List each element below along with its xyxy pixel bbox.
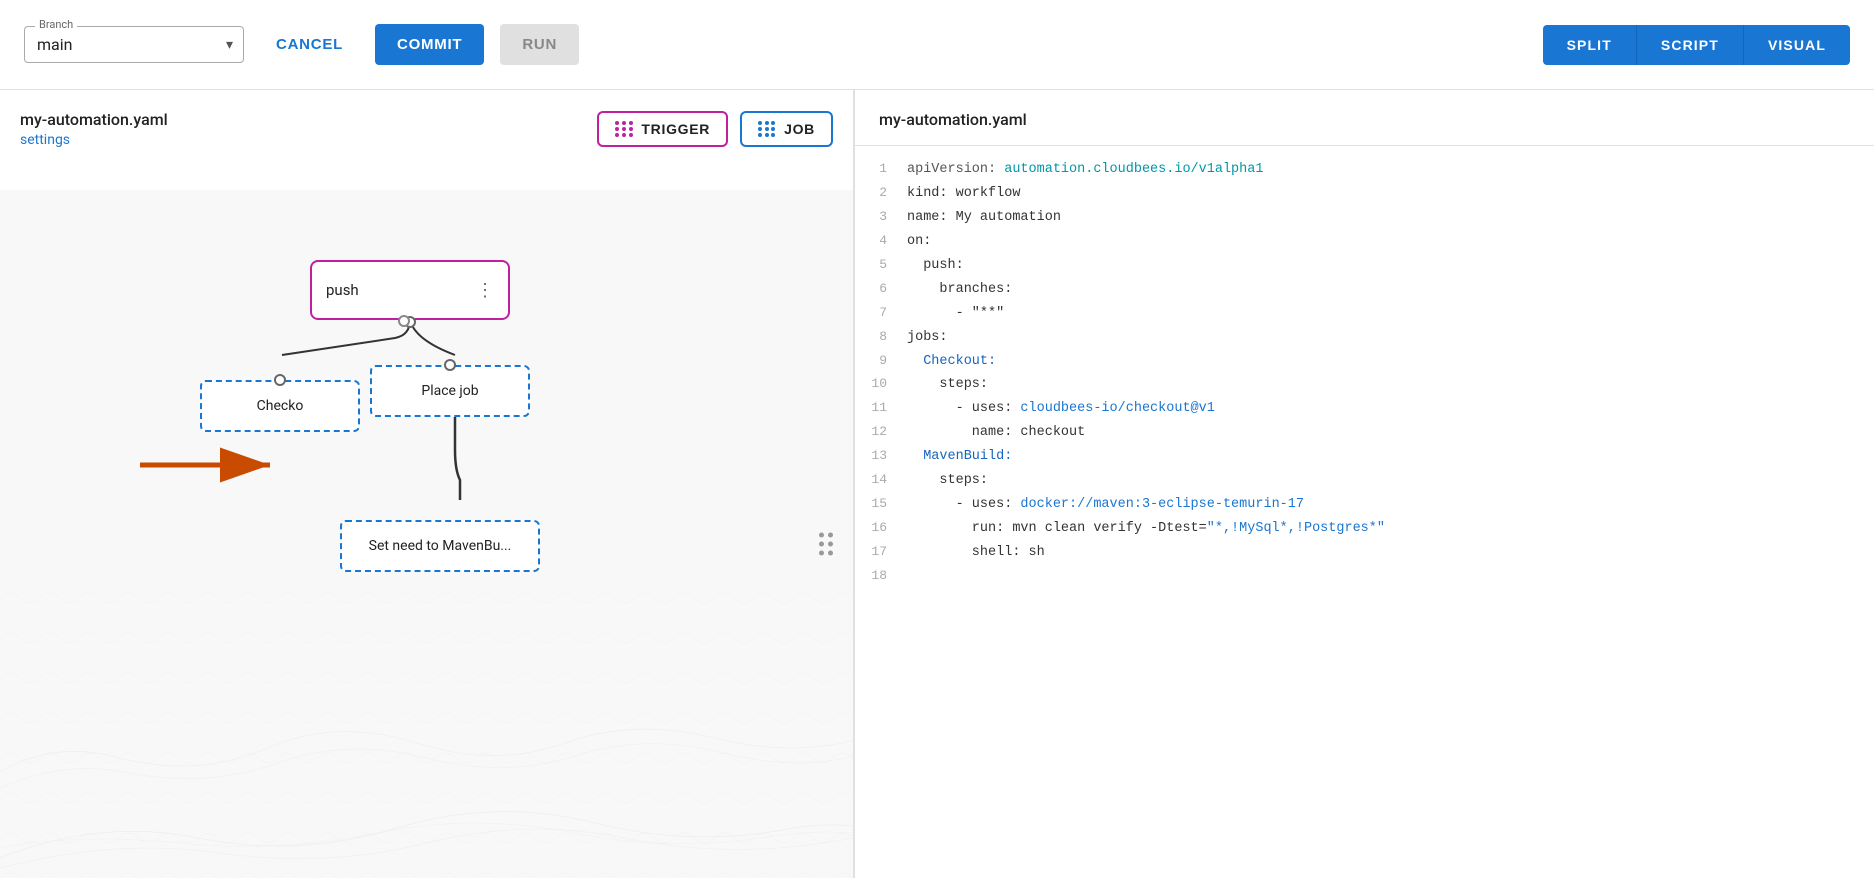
line-content-11: - uses: cloudbees-io/checkout@v1	[907, 398, 1215, 421]
code-file-title: my-automation.yaml	[855, 110, 1874, 146]
line-content-9: Checkout:	[907, 351, 996, 374]
file-name-left: my-automation.yaml	[20, 110, 168, 129]
place-job-label: Place job	[421, 383, 478, 399]
line-content-3: name: My automation	[907, 207, 1061, 230]
chevron-down-icon: ▾	[226, 37, 233, 53]
line-number-5: 5	[871, 254, 907, 276]
script-view-button[interactable]: SCRIPT	[1636, 25, 1743, 65]
file-title-left: my-automation.yaml settings	[20, 110, 168, 148]
code-editor[interactable]: 1apiVersion: automation.cloudbees.io/v1a…	[855, 146, 1874, 858]
set-need-node[interactable]: Set need to MavenBu...	[340, 520, 540, 572]
job-button-label: JOB	[784, 121, 815, 137]
trigger-button-label: TRIGGER	[641, 121, 710, 137]
line-number-10: 10	[871, 373, 907, 395]
line-content-4: on:	[907, 231, 931, 254]
checkout-connector-in	[274, 374, 286, 386]
branch-select[interactable]: Branch main ▾	[24, 26, 244, 63]
code-panel: my-automation.yaml 1apiVersion: automati…	[855, 90, 1874, 878]
line-number-12: 12	[871, 421, 907, 443]
job-icon	[758, 121, 776, 137]
run-button[interactable]: RUN	[500, 24, 579, 65]
code-line-14: 14 steps:	[855, 469, 1874, 493]
code-line-13: 13 MavenBuild:	[855, 445, 1874, 469]
line-content-13: MavenBuild:	[907, 446, 1012, 469]
line-number-8: 8	[871, 326, 907, 348]
trigger-menu-icon[interactable]: ⋮	[476, 280, 494, 301]
line-number-13: 13	[871, 445, 907, 467]
code-line-18: 18	[855, 565, 1874, 587]
code-line-2: 2kind: workflow	[855, 182, 1874, 206]
trigger-icon	[615, 121, 633, 137]
code-line-11: 11 - uses: cloudbees-io/checkout@v1	[855, 397, 1874, 421]
split-view-button[interactable]: SPLIT	[1543, 25, 1636, 65]
code-line-9: 9 Checkout:	[855, 350, 1874, 374]
line-content-2: kind: workflow	[907, 183, 1020, 206]
cancel-button[interactable]: CANCEL	[260, 28, 359, 61]
branch-value: main	[37, 35, 72, 54]
set-need-label: Set need to MavenBu...	[369, 538, 512, 554]
line-content-6: branches:	[907, 279, 1012, 302]
code-line-17: 17 shell: sh	[855, 541, 1874, 565]
line-content-12: name: checkout	[907, 422, 1085, 445]
view-toggle: SPLIT SCRIPT VISUAL	[1543, 25, 1850, 65]
branch-label: Branch	[35, 18, 77, 31]
code-line-6: 6 branches:	[855, 278, 1874, 302]
code-line-10: 10 steps:	[855, 373, 1874, 397]
commit-button[interactable]: COMMIT	[375, 24, 484, 65]
line-number-1: 1	[871, 158, 907, 180]
code-line-1: 1apiVersion: automation.cloudbees.io/v1a…	[855, 158, 1874, 182]
visual-panel: my-automation.yaml settings TRIGGER	[0, 90, 855, 878]
trigger-button[interactable]: TRIGGER	[597, 111, 728, 147]
visual-view-button[interactable]: VISUAL	[1743, 25, 1850, 65]
line-number-2: 2	[871, 182, 907, 204]
checkout-node[interactable]: Checko	[200, 380, 360, 432]
line-number-9: 9	[871, 350, 907, 372]
code-line-15: 15 - uses: docker://maven:3-eclipse-temu…	[855, 493, 1874, 517]
push-top-connector	[398, 315, 410, 327]
line-number-3: 3	[871, 206, 907, 228]
settings-link[interactable]: settings	[20, 132, 70, 148]
code-line-5: 5 push:	[855, 254, 1874, 278]
line-content-17: shell: sh	[907, 542, 1045, 565]
main-content: my-automation.yaml settings TRIGGER	[0, 90, 1874, 878]
canvas-drag-handle[interactable]	[819, 533, 833, 556]
panel-header: my-automation.yaml settings TRIGGER	[20, 110, 833, 148]
line-content-15: - uses: docker://maven:3-eclipse-temurin…	[907, 494, 1304, 517]
code-line-8: 8jobs:	[855, 326, 1874, 350]
place-job-connector-in	[444, 359, 456, 371]
trigger-node[interactable]: push ⋮	[310, 260, 510, 320]
code-line-4: 4on:	[855, 230, 1874, 254]
line-number-7: 7	[871, 302, 907, 324]
line-number-4: 4	[871, 230, 907, 252]
line-content-8: jobs:	[907, 327, 948, 350]
line-number-11: 11	[871, 397, 907, 419]
line-content-14: steps:	[907, 470, 988, 493]
line-content-7: - "**"	[907, 303, 1004, 326]
code-line-3: 3name: My automation	[855, 206, 1874, 230]
trigger-node-label: push	[326, 281, 359, 299]
job-button[interactable]: JOB	[740, 111, 833, 147]
canvas-area: push ⋮ Checko Place job	[0, 190, 853, 878]
line-number-14: 14	[871, 469, 907, 491]
line-number-17: 17	[871, 541, 907, 563]
line-content-5: push:	[907, 255, 964, 278]
line-content-1: apiVersion: automation.cloudbees.io/v1al…	[907, 159, 1263, 182]
code-line-16: 16 run: mvn clean verify -Dtest="*,!MySq…	[855, 517, 1874, 541]
line-number-6: 6	[871, 278, 907, 300]
place-job-node[interactable]: Place job	[370, 365, 530, 417]
line-number-16: 16	[871, 517, 907, 539]
line-content-10: steps:	[907, 374, 988, 397]
flow-container: push ⋮ Checko Place job	[0, 210, 853, 878]
code-line-12: 12 name: checkout	[855, 421, 1874, 445]
line-number-18: 18	[871, 565, 907, 587]
line-number-15: 15	[871, 493, 907, 515]
toolbar-buttons: TRIGGER JOB	[597, 111, 833, 147]
code-line-7: 7 - "**"	[855, 302, 1874, 326]
checkout-label: Checko	[257, 398, 304, 414]
line-content-16: run: mvn clean verify -Dtest="*,!MySql*,…	[907, 518, 1385, 541]
top-bar: Branch main ▾ CANCEL COMMIT RUN SPLIT SC…	[0, 0, 1874, 90]
arrow-indicator	[130, 445, 290, 489]
